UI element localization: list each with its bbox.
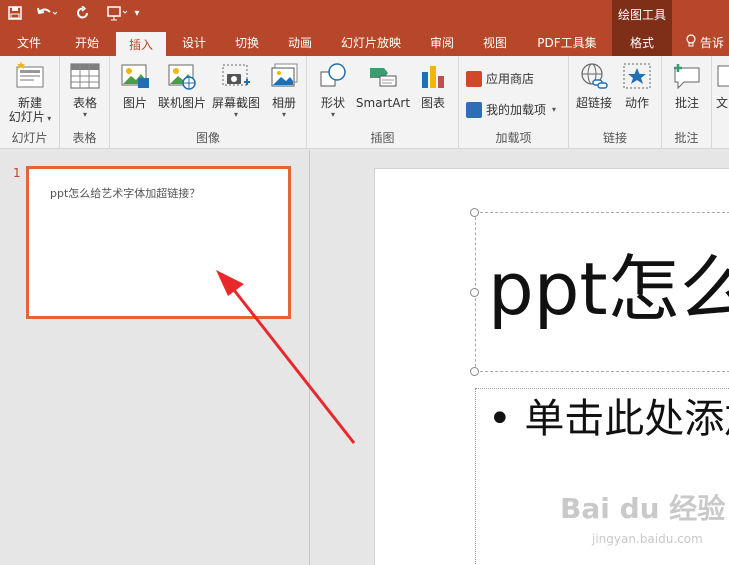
baidu-watermark-url: jingyan.baidu.com <box>592 532 703 546</box>
baidu-watermark-logo: Bai du 经验 <box>560 492 726 525</box>
annotation-arrow <box>216 270 356 444</box>
